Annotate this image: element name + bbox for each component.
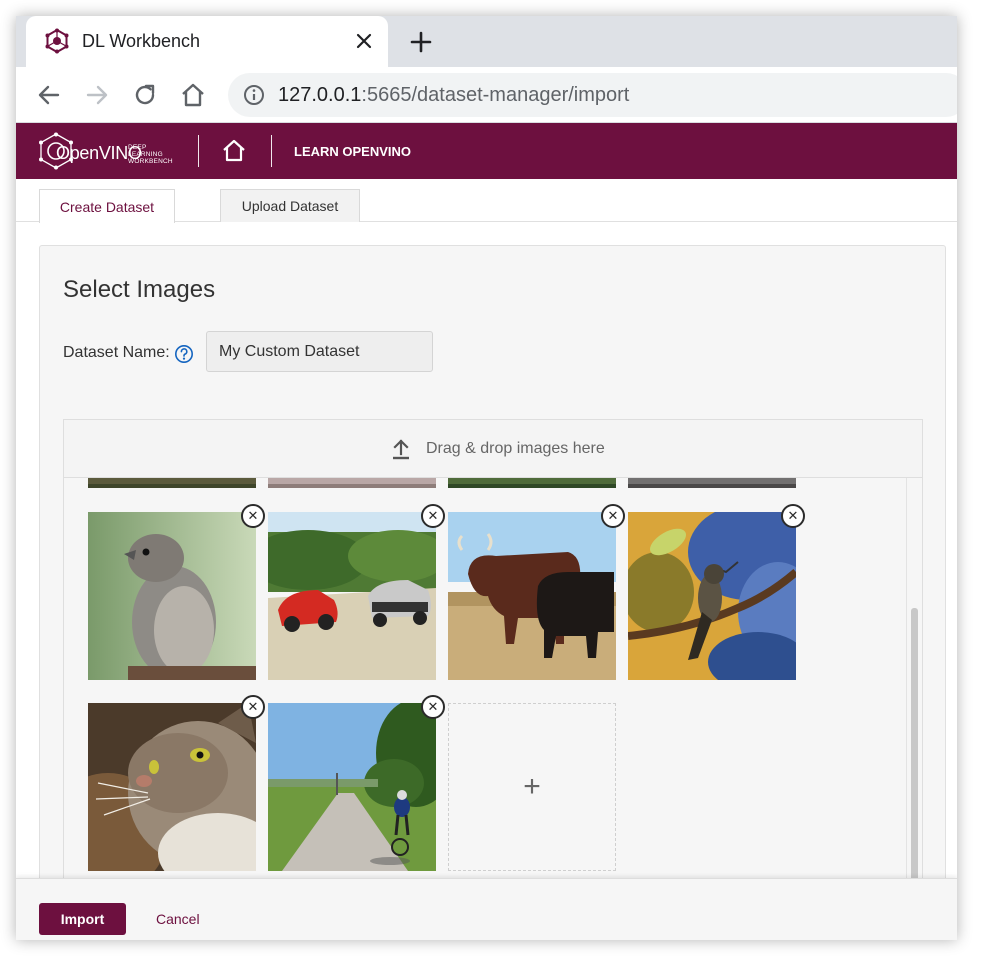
- remove-image-button[interactable]: ✕: [241, 504, 265, 528]
- hummingbird-image: [628, 512, 796, 680]
- image-gallery: ✕ ✕ ✕ ✕ ✕ ✕ +: [63, 478, 923, 940]
- openvino-logo[interactable]: OpenVINO DEEP LEARNING WORKBENCH: [38, 132, 178, 170]
- forward-arrow-icon[interactable]: [82, 80, 112, 110]
- close-tab-icon[interactable]: [352, 29, 376, 53]
- image-thumbnail-partial: [448, 478, 616, 488]
- image-thumbnail-hummingbird[interactable]: [628, 512, 796, 680]
- question-circle-icon[interactable]: [174, 344, 194, 364]
- select-images-card: Select Images Dataset Name: Drag & drop …: [39, 245, 946, 940]
- import-button[interactable]: Import: [39, 903, 126, 935]
- image-thumbnail-cat[interactable]: [88, 703, 256, 871]
- remove-image-button[interactable]: ✕: [241, 695, 265, 719]
- form-footer: Import Cancel: [16, 878, 957, 940]
- image-thumbnail-cattle[interactable]: [448, 512, 616, 680]
- page-title: Select Images: [63, 276, 216, 303]
- openvino-favicon-icon: [45, 28, 69, 54]
- image-thumbnail-cyclist[interactable]: [268, 703, 436, 871]
- cancel-button[interactable]: Cancel: [156, 903, 200, 935]
- cat-image: [88, 703, 256, 871]
- remove-image-button[interactable]: ✕: [781, 504, 805, 528]
- image-thumbnail-cars[interactable]: [268, 512, 436, 680]
- dataset-name-input[interactable]: [206, 331, 433, 372]
- header-divider: [198, 135, 199, 167]
- image-thumbnail-partial: [88, 478, 256, 488]
- cars-image: [268, 512, 436, 680]
- logo-subtitle-line2: WORKBENCH: [128, 158, 173, 165]
- header-divider: [271, 135, 272, 167]
- app-header: OpenVINO DEEP LEARNING WORKBENCH LEARN OP…: [16, 123, 957, 179]
- remove-image-button[interactable]: ✕: [601, 504, 625, 528]
- reload-icon[interactable]: [130, 80, 160, 110]
- browser-tabstrip: DL Workbench: [16, 16, 957, 67]
- cattle-image: [448, 512, 616, 680]
- learn-openvino-link[interactable]: LEARN OPENVINO: [294, 144, 411, 159]
- logo-subtitle: DEEP LEARNING WORKBENCH: [128, 144, 178, 165]
- app-home-icon[interactable]: [220, 137, 248, 165]
- cyclist-image: [268, 703, 436, 871]
- upload-icon: [393, 439, 409, 460]
- new-tab-icon[interactable]: [408, 29, 434, 55]
- dropzone-text: Drag & drop images here: [426, 440, 605, 457]
- sparrow-image: [88, 512, 256, 680]
- back-arrow-icon[interactable]: [34, 80, 64, 110]
- site-info-icon[interactable]: [242, 83, 266, 107]
- image-dropzone[interactable]: Drag & drop images here: [63, 419, 923, 478]
- browser-tab-title: DL Workbench: [82, 31, 201, 51]
- remove-image-button[interactable]: ✕: [421, 504, 445, 528]
- logo-subtitle-line1: DEEP LEARNING: [128, 144, 163, 158]
- browser-tab[interactable]: DL Workbench: [26, 16, 388, 67]
- browser-toolbar: 127.0.0.1:5665/dataset-manager/import: [16, 67, 957, 123]
- image-thumbnail-partial: [268, 478, 436, 488]
- tab-create-dataset[interactable]: Create Dataset: [39, 189, 175, 223]
- home-icon[interactable]: [178, 80, 208, 110]
- dataset-tabs: Create Dataset Upload Dataset: [16, 179, 957, 223]
- url-path: :5665/dataset-manager/import: [361, 84, 630, 106]
- url-text[interactable]: 127.0.0.1:5665/dataset-manager/import: [278, 84, 629, 107]
- browser-window: DL Workbench 127.0.0.1:5665/dataset-mana…: [16, 16, 957, 940]
- image-thumbnail-sparrow[interactable]: [88, 512, 256, 680]
- add-image-tile[interactable]: +: [448, 703, 616, 871]
- tab-upload-dataset[interactable]: Upload Dataset: [220, 189, 360, 222]
- dataset-name-label: Dataset Name:: [63, 344, 170, 361]
- remove-image-button[interactable]: ✕: [421, 695, 445, 719]
- image-thumbnail-partial: [628, 478, 796, 488]
- address-bar[interactable]: 127.0.0.1:5665/dataset-manager/import: [228, 73, 957, 117]
- url-host: 127.0.0.1: [278, 84, 362, 106]
